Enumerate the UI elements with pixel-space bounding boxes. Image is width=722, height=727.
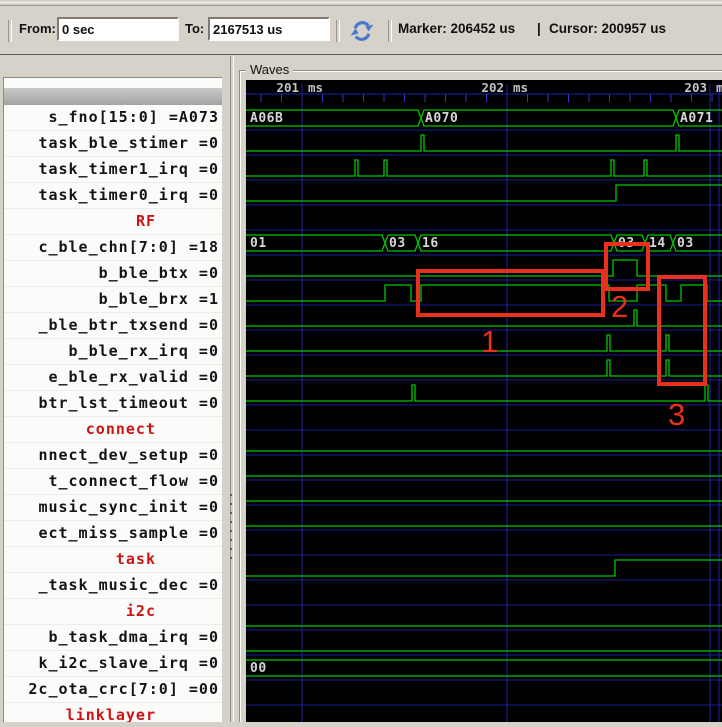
- refresh-button[interactable]: [346, 17, 378, 43]
- bit-waveform: [246, 284, 722, 302]
- toolbar-separator-2: [388, 20, 392, 42]
- signal-row[interactable]: e_ble_rx_valid =0: [4, 365, 222, 391]
- signal-row[interactable]: _task_music_dec =0: [4, 573, 222, 599]
- bus-value-label: 00: [250, 661, 267, 676]
- bus-waveform-segment: [246, 234, 386, 252]
- signal-row[interactable]: ect_miss_sample =0: [4, 521, 222, 547]
- bus-value-label: A06B: [250, 111, 283, 126]
- to-label: To:: [185, 21, 205, 36]
- bus-value-label: 03: [389, 236, 406, 251]
- signal-row[interactable]: nnect_dev_setup =0: [4, 443, 222, 469]
- ruler-unit-label: ms: [513, 80, 528, 95]
- from-input[interactable]: [57, 17, 179, 41]
- bit-waveform: [246, 159, 722, 177]
- toolbar: From: To: Marker: 206452 us | Cursor: 20…: [0, 0, 722, 55]
- signal-row[interactable]: k_i2c_slave_irq =0: [4, 651, 222, 677]
- signal-group-header[interactable]: task: [4, 547, 222, 573]
- ruler-unit-label: ms: [716, 80, 722, 95]
- signal-row[interactable]: music_sync_init =0: [4, 495, 222, 521]
- bit-waveform: [246, 134, 722, 152]
- panel-splitter[interactable]: [222, 56, 238, 722]
- signal-row[interactable]: task_timer0_irq =0: [4, 183, 222, 209]
- signal-row[interactable]: _ble_btr_txsend =0: [4, 313, 222, 339]
- bus-value-label: A071: [680, 111, 713, 126]
- bus-value-label: 14: [649, 236, 666, 251]
- splitter-groove: [230, 56, 234, 722]
- signal-panel-header: [4, 88, 222, 105]
- ruler-time-label: 202: [481, 80, 504, 95]
- signal-row[interactable]: s_fno[15:0] =A073: [4, 105, 222, 131]
- marker-readout: Marker: 206452 us: [398, 21, 516, 36]
- signal-row[interactable]: btr_lst_timeout =0: [4, 391, 222, 417]
- annotation-number: 2: [611, 289, 628, 324]
- signal-row[interactable]: b_ble_btx =0: [4, 261, 222, 287]
- signal-row[interactable]: task_ble_stimer =0: [4, 131, 222, 157]
- annotation-number: 1: [481, 324, 498, 359]
- signal-group-header[interactable]: RF: [4, 209, 222, 235]
- ruler-time-label: 203: [684, 80, 707, 95]
- bit-waveform: [246, 559, 722, 577]
- signal-row[interactable]: 2c_ota_crc[7:0] =00: [4, 677, 222, 703]
- bus-value-label: 01: [250, 236, 267, 251]
- from-label: From:: [19, 21, 56, 36]
- refresh-icon: [350, 21, 374, 41]
- bit-waveform: [246, 259, 722, 277]
- ruler-time-label: 201: [276, 80, 299, 95]
- bus-value-label: 03: [677, 236, 694, 251]
- toolbar-grip[interactable]: [8, 20, 12, 42]
- annotation-box: [416, 269, 605, 317]
- signal-row[interactable]: t_connect_flow =0: [4, 469, 222, 495]
- annotation-number: 3: [668, 397, 685, 432]
- bit-waveform: [246, 184, 722, 202]
- bus-waveform-segment: [420, 109, 677, 127]
- signal-group-header[interactable]: linklayer: [4, 703, 222, 722]
- bus-value-label: A070: [425, 111, 458, 126]
- signal-group-header[interactable]: connect: [4, 417, 222, 443]
- bit-waveform: [246, 359, 722, 377]
- signal-group-header[interactable]: i2c: [4, 599, 222, 625]
- toolbar-handle: [0, 2, 722, 6]
- ruler-unit-label: ms: [308, 80, 323, 95]
- waves-frame-label: Waves: [246, 62, 294, 77]
- signal-row[interactable]: task_timer1_irq =0: [4, 157, 222, 183]
- signal-row[interactable]: c_ble_chn[7:0] =18: [4, 235, 222, 261]
- splitter-handle-icon[interactable]: [228, 487, 234, 563]
- marker-cursor-divider: |: [537, 21, 541, 36]
- signal-row[interactable]: b_ble_brx =1: [4, 287, 222, 313]
- bus-value-label: 16: [422, 236, 439, 251]
- cursor-readout: Cursor: 200957 us: [549, 21, 667, 36]
- bus-waveform-segment: [246, 659, 722, 677]
- to-input[interactable]: [208, 17, 330, 41]
- signal-row[interactable]: b_ble_rx_irq =0: [4, 339, 222, 365]
- bus-waveform-segment: [417, 234, 615, 252]
- bit-waveform: [246, 384, 722, 402]
- waveform-canvas[interactable]: 201ms202ms203msA06BA070A0710103160314030…: [246, 80, 722, 727]
- toolbar-separator: [336, 20, 340, 42]
- signal-row[interactable]: b_task_dma_irq =0: [4, 625, 222, 651]
- signal-name-panel: s_fno[15:0] =A073 task_ble_stimer =0 task_…: [3, 77, 222, 722]
- waveform-svg: 201ms202ms203msA06BA070A0710103160314030…: [246, 80, 722, 727]
